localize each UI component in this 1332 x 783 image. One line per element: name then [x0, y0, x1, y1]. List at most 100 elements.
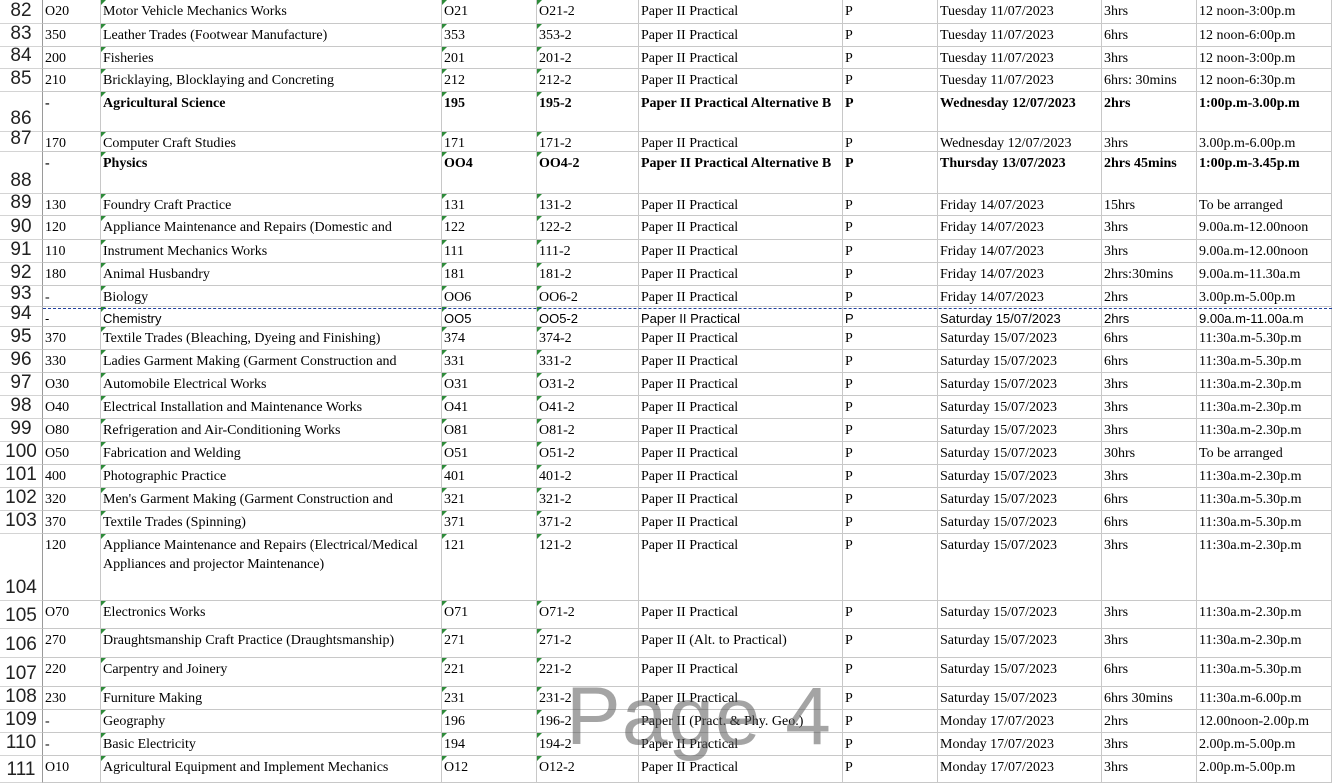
cell-paper-no[interactable]: O41-2 [537, 396, 639, 419]
cell-paper[interactable]: Paper II Practical [639, 442, 843, 465]
cell-type[interactable]: P [843, 216, 938, 240]
cell-code[interactable]: 270 [43, 629, 101, 658]
cell-paper-no[interactable]: 201-2 [537, 47, 639, 69]
row-header[interactable]: 96 [0, 349, 43, 373]
cell-type[interactable]: P [843, 92, 938, 132]
cell-date[interactable]: Tuesday 11/07/2023 [938, 47, 1102, 69]
cell-paper-code[interactable]: OO5 [442, 307, 537, 327]
cell-date[interactable]: Friday 14/07/2023 [938, 194, 1102, 216]
cell-type[interactable]: P [843, 687, 938, 710]
cell-time[interactable]: 11:30a.m-2.30p.m [1197, 601, 1332, 629]
cell-paper-no[interactable]: 401-2 [537, 465, 639, 488]
cell-subject[interactable]: Refrigeration and Air-Conditioning Works [101, 419, 442, 442]
cell-paper-no[interactable]: 111-2 [537, 240, 639, 263]
cell-paper-code[interactable]: O71 [442, 601, 537, 629]
cell-paper-no[interactable]: 194-2 [537, 733, 639, 756]
cell-subject[interactable]: Electronics Works [101, 601, 442, 629]
cell-code[interactable]: 330 [43, 350, 101, 373]
cell-code[interactable]: - [43, 710, 101, 733]
cell-paper-code[interactable]: O81 [442, 419, 537, 442]
cell-duration[interactable]: 15hrs [1102, 194, 1197, 216]
cell-duration[interactable]: 6hrs [1102, 350, 1197, 373]
cell-subject[interactable]: Appliance Maintenance and Repairs (Elect… [101, 534, 442, 601]
row-header[interactable]: 108 [0, 686, 43, 710]
cell-paper-code[interactable]: 221 [442, 658, 537, 687]
cell-paper-no[interactable]: OO5-2 [537, 307, 639, 327]
cell-subject[interactable]: Automobile Electrical Works [101, 373, 442, 396]
row-header[interactable]: 85 [0, 68, 43, 92]
cell-paper-code[interactable]: OO4 [442, 152, 537, 194]
cell-code[interactable]: 130 [43, 194, 101, 216]
cell-paper-code[interactable]: 121 [442, 534, 537, 601]
cell-paper-no[interactable]: O21-2 [537, 0, 639, 24]
cell-type[interactable]: P [843, 442, 938, 465]
row-header[interactable]: 104 [0, 534, 43, 601]
cell-time[interactable]: 11:30a.m-2.30p.m [1197, 534, 1332, 601]
cell-paper[interactable]: Paper II Practical [639, 0, 843, 24]
row-header[interactable]: 89 [0, 192, 43, 216]
cell-time[interactable]: 11:30a.m-6.00p.m [1197, 687, 1332, 710]
cell-code[interactable]: 110 [43, 240, 101, 263]
cell-duration[interactable]: 3hrs [1102, 733, 1197, 756]
cell-duration[interactable]: 3hrs [1102, 756, 1197, 783]
cell-type[interactable]: P [843, 24, 938, 47]
cell-code[interactable]: - [43, 92, 101, 132]
cell-paper[interactable]: Paper II Practical [639, 488, 843, 511]
row-header[interactable]: 97 [0, 372, 43, 396]
cell-subject[interactable]: Biology [101, 286, 442, 307]
cell-type[interactable]: P [843, 511, 938, 534]
cell-code[interactable]: 120 [43, 534, 101, 601]
cell-paper-code[interactable]: 111 [442, 240, 537, 263]
cell-type[interactable]: P [843, 710, 938, 733]
cell-date[interactable]: Tuesday 11/07/2023 [938, 0, 1102, 24]
cell-subject[interactable]: Carpentry and Joinery [101, 658, 442, 687]
cell-time[interactable]: 9.00a.m-12.00noon [1197, 240, 1332, 263]
cell-paper-code[interactable]: 353 [442, 24, 537, 47]
cell-duration[interactable]: 2hrs [1102, 286, 1197, 307]
cell-paper[interactable]: Paper II Practical [639, 263, 843, 286]
cell-time[interactable]: 11:30a.m-5.30p.m [1197, 511, 1332, 534]
cell-time[interactable]: 9.00a.m-11.30a.m [1197, 263, 1332, 286]
cell-time[interactable]: 11:30a.m-5.30p.m [1197, 488, 1332, 511]
cell-date[interactable]: Friday 14/07/2023 [938, 240, 1102, 263]
cell-paper-no[interactable]: O81-2 [537, 419, 639, 442]
cell-date[interactable]: Friday 14/07/2023 [938, 216, 1102, 240]
cell-date[interactable]: Saturday 15/07/2023 [938, 658, 1102, 687]
cell-time[interactable]: 12 noon-6:30p.m [1197, 69, 1332, 92]
cell-duration[interactable]: 3hrs [1102, 601, 1197, 629]
cell-type[interactable]: P [843, 286, 938, 307]
cell-time[interactable]: To be arranged [1197, 194, 1332, 216]
cell-subject[interactable]: Instrument Mechanics Works [101, 240, 442, 263]
row-header[interactable]: 109 [0, 709, 43, 733]
cell-paper-code[interactable]: 321 [442, 488, 537, 511]
cell-code[interactable]: - [43, 286, 101, 307]
cell-paper-no[interactable]: O71-2 [537, 601, 639, 629]
cell-type[interactable]: P [843, 152, 938, 194]
cell-duration[interactable]: 2hrs [1102, 307, 1197, 327]
cell-date[interactable]: Saturday 15/07/2023 [938, 511, 1102, 534]
cell-type[interactable]: P [843, 307, 938, 327]
cell-paper-code[interactable]: 196 [442, 710, 537, 733]
cell-duration[interactable]: 6hrs [1102, 24, 1197, 47]
cell-code[interactable]: 200 [43, 47, 101, 69]
cell-paper-code[interactable]: 131 [442, 194, 537, 216]
cell-code[interactable]: O10 [43, 756, 101, 783]
cell-duration[interactable]: 2hrs 45mins [1102, 152, 1197, 194]
row-header[interactable]: 91 [0, 239, 43, 263]
cell-type[interactable]: P [843, 601, 938, 629]
cell-date[interactable]: Thursday 13/07/2023 [938, 152, 1102, 194]
row-header[interactable]: 106 [0, 629, 43, 658]
cell-subject[interactable]: Geography [101, 710, 442, 733]
cell-paper-no[interactable]: O31-2 [537, 373, 639, 396]
cell-time[interactable]: 11:30a.m-2.30p.m [1197, 465, 1332, 488]
cell-paper-no[interactable]: OO4-2 [537, 152, 639, 194]
cell-type[interactable]: P [843, 240, 938, 263]
cell-subject[interactable]: Bricklaying, Blocklaying and Concreting [101, 69, 442, 92]
cell-date[interactable]: Saturday 15/07/2023 [938, 629, 1102, 658]
cell-type[interactable]: P [843, 488, 938, 511]
cell-paper[interactable]: Paper II (Pract. & Phy. Geo.) [639, 710, 843, 733]
row-header[interactable]: 101 [0, 464, 43, 488]
cell-time[interactable]: 11:30a.m-2.30p.m [1197, 396, 1332, 419]
cell-code[interactable]: 370 [43, 511, 101, 534]
cell-type[interactable]: P [843, 350, 938, 373]
